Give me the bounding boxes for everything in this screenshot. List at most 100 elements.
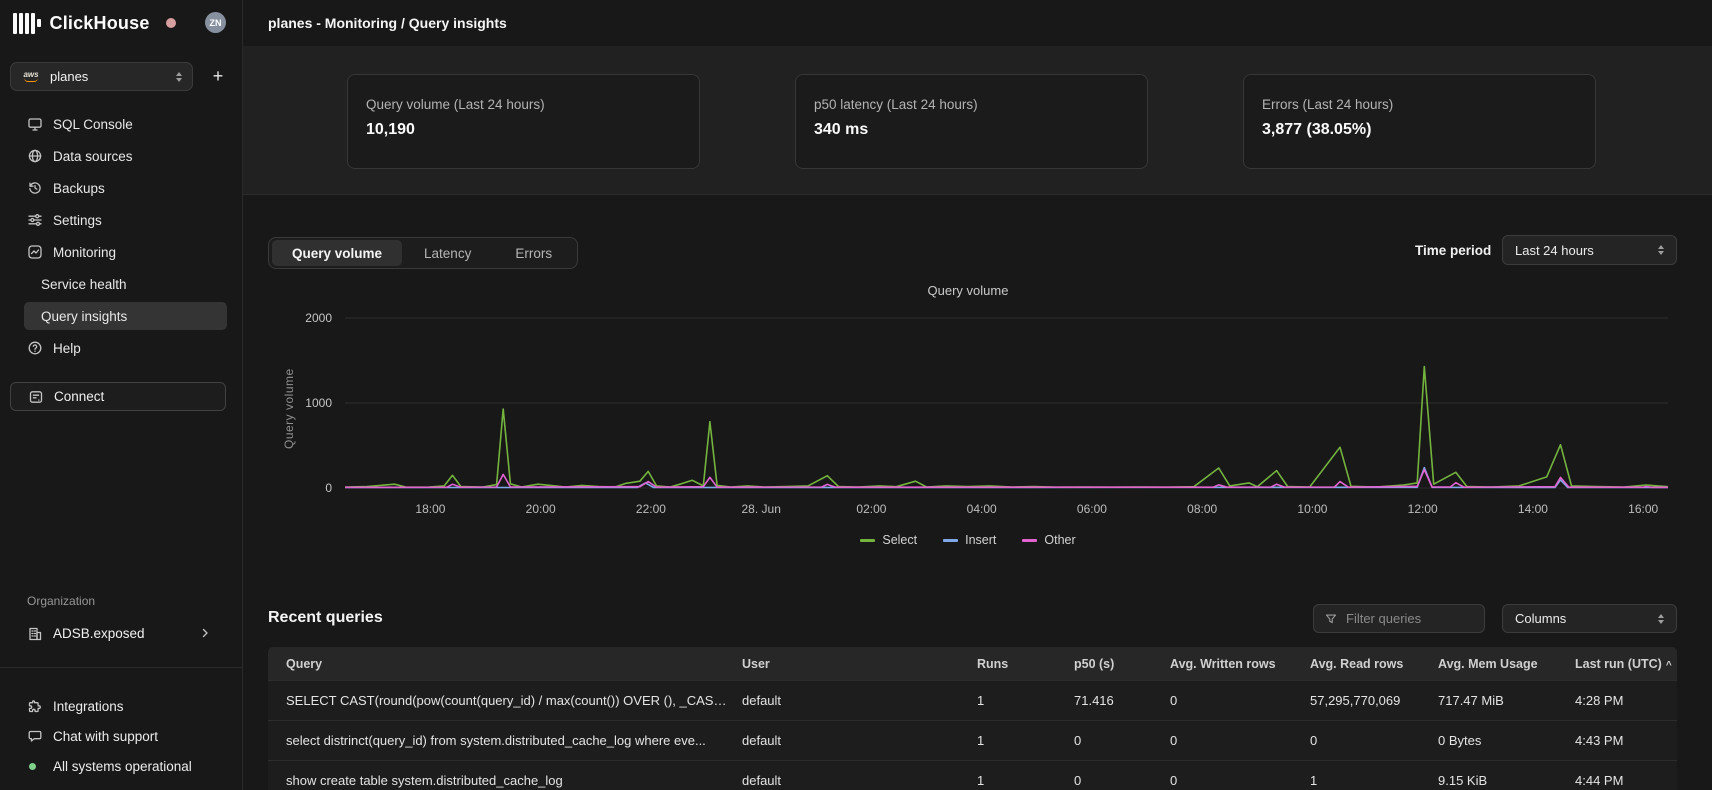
sidebar: ClickHouse ZN aws planes + SQL Console D…: [0, 0, 243, 790]
sidebar-item-backups[interactable]: Backups: [0, 172, 243, 204]
legend-label: Select: [882, 533, 917, 547]
cell-last-run: 4:44 PM: [1575, 773, 1677, 788]
x-tick-label: 22:00: [616, 502, 686, 516]
notification-dot: [166, 18, 176, 28]
table-row[interactable]: show create table system.distributed_cac…: [268, 760, 1677, 790]
x-tick-label: 16:00: [1608, 502, 1678, 516]
recent-queries-table: Query User Runs p50 (s) Avg. Written row…: [268, 647, 1677, 790]
x-tick-label: 20:00: [506, 502, 576, 516]
user-avatar[interactable]: ZN: [205, 12, 226, 33]
cell-user: default: [742, 693, 977, 708]
sidebar-nav: SQL Console Data sources Backups Setting…: [0, 108, 243, 364]
filter-queries-input[interactable]: [1346, 611, 1466, 626]
stat-value: 340 ms: [814, 121, 1129, 139]
chevron-updown-icon: [1658, 614, 1664, 624]
col-header-avg-written[interactable]: Avg. Written rows: [1170, 657, 1310, 671]
legend-label: Other: [1044, 533, 1075, 547]
cell-avg-read: 0: [1310, 733, 1438, 748]
chart-tabs: Query volume Latency Errors: [268, 237, 578, 269]
help-icon: [27, 340, 43, 356]
page-header: planes - Monitoring / Query insights: [243, 0, 1712, 46]
cell-avg-read: 57,295,770,069: [1310, 693, 1438, 708]
sidebar-item-sql-console[interactable]: SQL Console: [0, 108, 243, 140]
legend-item-select[interactable]: Select: [860, 533, 917, 547]
sidebar-item-service-health[interactable]: Service health: [0, 268, 243, 300]
time-period-select[interactable]: Last 24 hours: [1502, 235, 1677, 265]
sidebar-item-query-insights[interactable]: Query insights: [24, 302, 227, 330]
tab-query-volume[interactable]: Query volume: [272, 240, 402, 266]
cell-avg-written: 0: [1170, 773, 1310, 788]
sidebar-item-settings[interactable]: Settings: [0, 204, 243, 236]
y-tick-label: 0: [282, 481, 332, 495]
x-tick-label: 02:00: [836, 502, 906, 516]
sidebar-item-system-status[interactable]: All systems operational: [0, 752, 243, 780]
y-tick-label: 2000: [282, 311, 332, 325]
connect-button[interactable]: Connect: [10, 382, 226, 411]
col-header-last-run[interactable]: Last run (UTC)^: [1575, 657, 1677, 671]
legend-item-insert[interactable]: Insert: [943, 533, 996, 547]
legend-label: Insert: [965, 533, 996, 547]
col-header-query[interactable]: Query: [286, 657, 742, 671]
sidebar-item-integrations[interactable]: Integrations: [0, 692, 243, 720]
chevron-right-icon: [199, 627, 211, 639]
x-tick-label: 10:00: [1277, 502, 1347, 516]
sidebar-item-data-sources[interactable]: Data sources: [0, 140, 243, 172]
brand-name: ClickHouse: [50, 13, 150, 34]
funnel-filter-icon: [1324, 612, 1338, 626]
sidebar-divider: [0, 667, 243, 668]
recent-queries-title: Recent queries: [268, 609, 383, 627]
add-service-button[interactable]: +: [206, 64, 230, 88]
table-row[interactable]: select distrinct(query_id) from system.d…: [268, 720, 1677, 760]
legend-swatch-icon: [943, 539, 958, 542]
terminal-monitor-icon: [27, 116, 43, 132]
stat-label: Query volume (Last 24 hours): [366, 97, 681, 112]
cell-last-run: 4:28 PM: [1575, 693, 1677, 708]
col-header-runs[interactable]: Runs: [977, 657, 1074, 671]
service-name: planes: [50, 69, 166, 84]
chart-icon: [27, 244, 43, 260]
chat-bubble-icon: [27, 728, 43, 744]
col-header-p50[interactable]: p50 (s): [1074, 657, 1170, 671]
table-row[interactable]: SELECT CAST(round(pow(count(query_id) / …: [268, 680, 1677, 720]
x-tick-label: 08:00: [1167, 502, 1237, 516]
organization-switcher[interactable]: ADSB.exposed: [0, 620, 243, 648]
x-tick-label: 14:00: [1498, 502, 1568, 516]
cell-runs: 1: [977, 693, 1074, 708]
cell-last-run: 4:43 PM: [1575, 733, 1677, 748]
stat-label: p50 latency (Last 24 hours): [814, 97, 1129, 112]
columns-select[interactable]: Columns: [1502, 604, 1677, 633]
sidebar-item-monitoring[interactable]: Monitoring: [0, 236, 243, 268]
puzzle-icon: [27, 698, 43, 714]
chevron-updown-icon: [1658, 245, 1664, 255]
cell-avg-read: 1: [1310, 773, 1438, 788]
x-tick-label: 04:00: [947, 502, 1017, 516]
cell-p50: 0: [1074, 773, 1170, 788]
col-header-avg-read[interactable]: Avg. Read rows: [1310, 657, 1438, 671]
connect-icon: [28, 389, 44, 405]
globe-icon: [27, 148, 43, 164]
time-period-label: Time period: [1415, 243, 1491, 258]
filter-queries-box: [1313, 604, 1485, 633]
clickhouse-logo-icon: [13, 13, 41, 34]
sidebar-item-chat-support[interactable]: Chat with support: [0, 722, 243, 750]
tab-errors[interactable]: Errors: [493, 240, 574, 266]
cell-runs: 1: [977, 733, 1074, 748]
col-header-user[interactable]: User: [742, 657, 977, 671]
tab-latency[interactable]: Latency: [402, 240, 493, 266]
service-selector[interactable]: aws planes: [10, 62, 193, 91]
restore-clock-icon: [27, 180, 43, 196]
page-title: planes - Monitoring / Query insights: [268, 15, 507, 31]
cell-p50: 0: [1074, 733, 1170, 748]
cell-avg-mem: 9.15 KiB: [1438, 773, 1575, 788]
cell-query: select distrinct(query_id) from system.d…: [286, 733, 742, 748]
col-header-avg-mem[interactable]: Avg. Mem Usage: [1438, 657, 1575, 671]
legend-item-other[interactable]: Other: [1022, 533, 1075, 547]
x-tick-label: 18:00: [395, 502, 465, 516]
aws-icon: aws: [21, 71, 41, 82]
stat-card-errors: Errors (Last 24 hours) 3,877 (38.05%): [1243, 74, 1596, 169]
legend-swatch-icon: [1022, 539, 1037, 542]
x-tick-label: 06:00: [1057, 502, 1127, 516]
chart-title: Query volume: [268, 283, 1668, 298]
sidebar-item-help[interactable]: Help: [0, 332, 243, 364]
chart-plot[interactable]: [345, 303, 1668, 503]
